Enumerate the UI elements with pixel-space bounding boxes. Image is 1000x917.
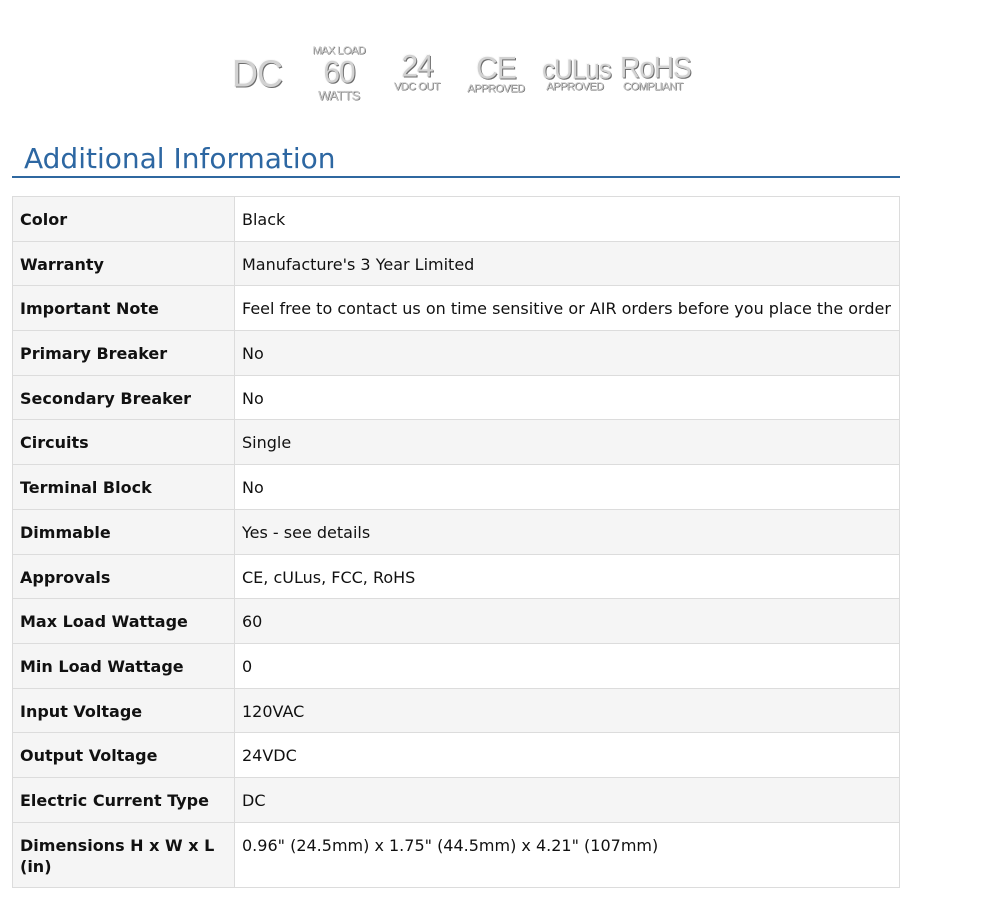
- culus-approved-badge-icon: cULus APPROVED: [542, 53, 612, 93]
- additional-information-header: Additional Information: [12, 140, 900, 178]
- table-row: Color Black: [12, 196, 900, 242]
- table-row: Max Load Wattage 60: [12, 598, 900, 644]
- spec-label: Input Voltage: [12, 687, 235, 734]
- vdc-badge-value: 24: [401, 49, 433, 84]
- spec-value: Yes - see details: [234, 508, 900, 555]
- spec-value: No: [234, 464, 900, 510]
- table-row: Output Voltage 24VDC: [12, 732, 900, 778]
- spec-label: Min Load Wattage: [12, 642, 235, 689]
- rohs-compliant-badge-icon: RoHS COMPLIANT: [620, 51, 692, 93]
- table-row: Min Load Wattage 0: [12, 642, 900, 689]
- spec-value: Black: [234, 196, 900, 242]
- table-row: Circuits Single: [12, 419, 900, 466]
- spec-value: 120VAC: [234, 687, 900, 734]
- table-row: Primary Breaker No: [12, 330, 900, 376]
- spec-value: CE, cULus, FCC, RoHS: [234, 553, 900, 600]
- spec-value: Manufacture's 3 Year Limited: [234, 240, 900, 287]
- spec-label: Important Note: [12, 285, 235, 332]
- table-row: Approvals CE, cULus, FCC, RoHS: [12, 553, 900, 600]
- ce-badge-text: CE: [476, 51, 517, 86]
- table-row: Warranty Manufacture's 3 Year Limited: [12, 240, 900, 287]
- spec-value: 0.96" (24.5mm) x 1.75" (44.5mm) x 4.21" …: [234, 821, 900, 888]
- table-row: Terminal Block No: [12, 464, 900, 510]
- feature-badges: DC MAX LOAD 60 WATTS 24 VDC OUT CE APPRO…: [228, 40, 698, 112]
- spec-value: DC: [234, 776, 900, 823]
- vdc-out-badge-icon: 24 VDC OUT: [386, 49, 448, 93]
- spec-label: Electric Current Type: [12, 776, 235, 823]
- spec-value: Feel free to contact us on time sensitiv…: [234, 285, 900, 332]
- spec-value: No: [234, 374, 900, 421]
- spec-value: 24VDC: [234, 732, 900, 778]
- section-title: Additional Information: [24, 142, 336, 175]
- max-load-badge-icon: MAX LOAD 60 WATTS: [306, 46, 372, 103]
- table-row: Input Voltage 120VAC: [12, 687, 900, 734]
- spec-label: Dimensions H x W x L (in): [12, 821, 235, 888]
- table-row: Secondary Breaker No: [12, 374, 900, 421]
- spec-label: Color: [12, 196, 235, 242]
- culus-badge-text: cULus: [542, 53, 612, 85]
- max-load-badge-value: 60: [323, 55, 355, 90]
- spec-value: No: [234, 330, 900, 376]
- specs-table: Color Black Warranty Manufacture's 3 Year L…: [12, 196, 900, 888]
- table-row: Important Note Feel free to contact us on…: [12, 285, 900, 332]
- dc-badge-text: DC: [232, 51, 283, 95]
- spec-label: Primary Breaker: [12, 330, 235, 376]
- spec-label: Terminal Block: [12, 464, 235, 510]
- table-row: Electric Current Type DC: [12, 776, 900, 823]
- spec-label: Output Voltage: [12, 732, 235, 778]
- rohs-badge-text: RoHS: [620, 51, 692, 84]
- ce-approved-badge-icon: CE APPROVED: [464, 51, 528, 95]
- spec-value: 60: [234, 598, 900, 644]
- spec-label: Approvals: [12, 553, 235, 600]
- table-row: Dimmable Yes - see details: [12, 508, 900, 555]
- spec-label: Secondary Breaker: [12, 374, 235, 421]
- max-load-badge-unit: WATTS: [318, 88, 360, 103]
- spec-label: Warranty: [12, 240, 235, 287]
- spec-label: Dimmable: [12, 508, 235, 555]
- spec-label: Circuits: [12, 419, 235, 466]
- dc-badge-icon: DC: [232, 51, 283, 95]
- table-row: Dimensions H x W x L (in) 0.96" (24.5mm) …: [12, 821, 900, 888]
- spec-label: Max Load Wattage: [12, 598, 235, 644]
- spec-value: Single: [234, 419, 900, 466]
- spec-value: 0: [234, 642, 900, 689]
